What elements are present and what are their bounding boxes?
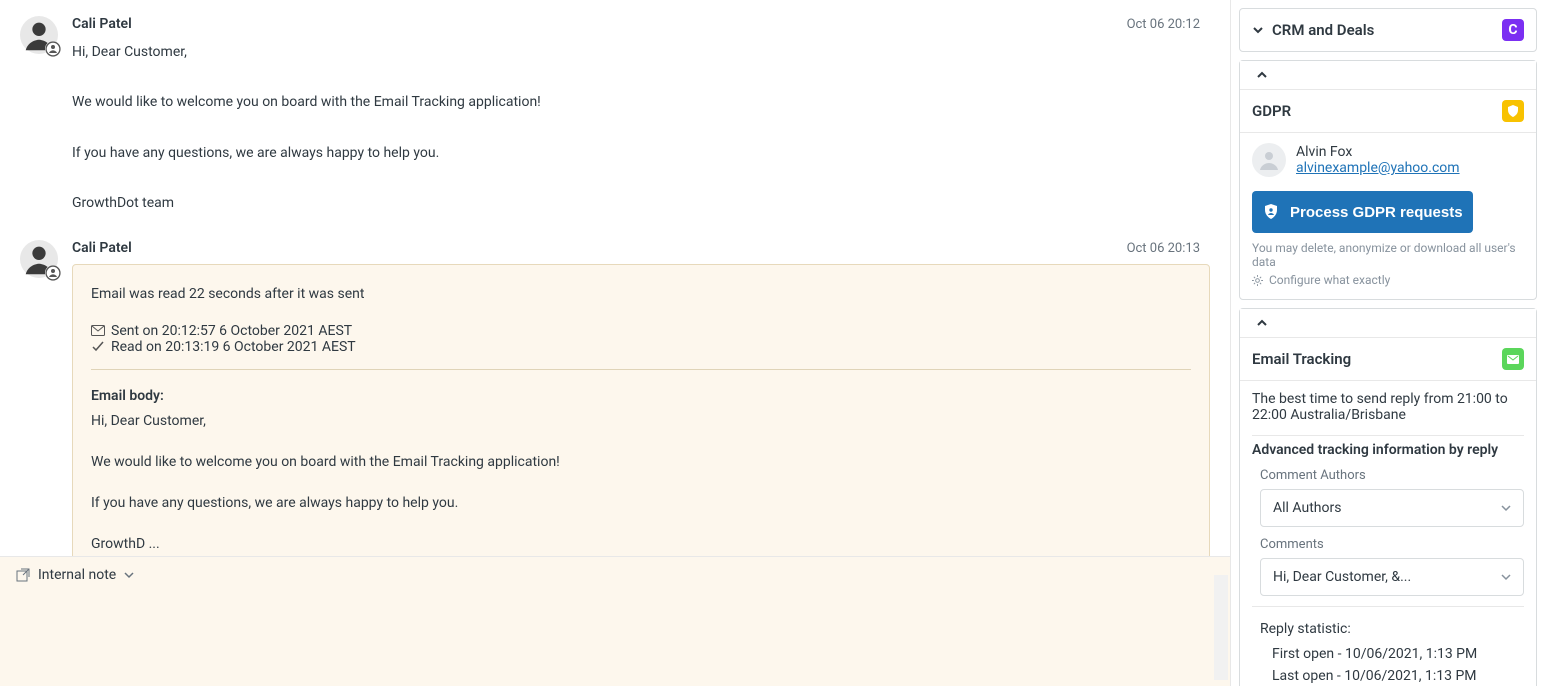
- contact-avatar: [1252, 143, 1286, 177]
- main-pane: Cali Patel Oct 06 20:12 Hi, Dear Custome…: [0, 0, 1231, 686]
- process-gdpr-button[interactable]: Process GDPR requests: [1252, 191, 1473, 233]
- message: Cali Patel Oct 06 20:13 Email was read 2…: [0, 228, 1230, 556]
- collapse-button[interactable]: [1252, 313, 1272, 333]
- chevron-down-icon: [124, 570, 134, 580]
- crm-panel: CRM and Deals C: [1239, 8, 1537, 52]
- first-open-stat: First open - 10/06/2021, 1:13 PM: [1272, 643, 1524, 665]
- contact-email-link[interactable]: alvinexample@yahoo.com: [1296, 160, 1460, 176]
- chevron-down-icon: [1252, 24, 1264, 36]
- message-author: Cali Patel: [72, 16, 132, 32]
- message-body: Hi, Dear Customer, We would like to welc…: [72, 40, 1210, 216]
- email-tracking-panel: Email Tracking The best time to send rep…: [1239, 308, 1537, 686]
- comments-label: Comments: [1260, 537, 1524, 552]
- popout-icon: [16, 568, 30, 582]
- composer-mode-label: Internal note: [38, 567, 116, 583]
- best-time-text: The best time to send reply from 21:00 t…: [1252, 391, 1524, 423]
- conversation-thread: Cali Patel Oct 06 20:12 Hi, Dear Custome…: [0, 0, 1230, 556]
- reply-statistic-heading: Reply statistic:: [1260, 621, 1524, 637]
- collapse-button[interactable]: [1252, 65, 1272, 85]
- comments-select-value: Hi, Dear Customer, &...: [1273, 569, 1411, 585]
- comments-select[interactable]: Hi, Dear Customer, &...: [1260, 558, 1524, 596]
- internal-note-box: Email was read 22 seconds after it was s…: [72, 264, 1210, 556]
- gdpr-panel-title: GDPR: [1252, 102, 1291, 120]
- avatar: [20, 16, 58, 54]
- gdpr-panel: GDPR Alvin Fox alvinexample@yahoo.com Pr…: [1239, 60, 1537, 300]
- envelope-icon: [91, 325, 105, 336]
- message-author: Cali Patel: [72, 240, 132, 256]
- process-gdpr-label: Process GDPR requests: [1290, 204, 1463, 221]
- scrollbar[interactable]: [1214, 575, 1228, 680]
- message: Cali Patel Oct 06 20:12 Hi, Dear Custome…: [0, 4, 1230, 228]
- chevron-down-icon: [1501, 503, 1511, 513]
- authors-select[interactable]: All Authors: [1260, 489, 1524, 527]
- configure-link[interactable]: Configure what exactly: [1240, 273, 1536, 299]
- crm-panel-header[interactable]: CRM and Deals C: [1240, 9, 1536, 51]
- gdpr-help-text: You may delete, anonymize or download al…: [1240, 241, 1536, 273]
- last-open-stat: Last open - 10/06/2021, 1:13 PM: [1272, 665, 1524, 686]
- composer: Internal note: [0, 556, 1230, 686]
- crm-panel-title: CRM and Deals: [1272, 21, 1374, 39]
- gdpr-contact: Alvin Fox alvinexample@yahoo.com: [1240, 133, 1536, 181]
- avatar: [20, 240, 58, 278]
- person-badge-icon: [45, 41, 61, 57]
- advanced-heading: Advanced tracking information by reply: [1252, 442, 1524, 458]
- authors-label: Comment Authors: [1260, 468, 1524, 483]
- contact-name: Alvin Fox: [1296, 144, 1460, 160]
- gear-icon: [1252, 275, 1263, 286]
- chevron-down-icon: [1501, 572, 1511, 582]
- crm-app-icon: C: [1502, 19, 1524, 41]
- email-tracking-app-icon: [1502, 348, 1524, 370]
- sidebar: CRM and Deals C GDPR Alvin Fox alvinexam…: [1231, 0, 1545, 686]
- composer-textarea[interactable]: [0, 593, 1230, 673]
- composer-mode-selector[interactable]: Internal note: [0, 557, 1230, 593]
- message-timestamp: Oct 06 20:13: [1127, 241, 1200, 256]
- gdpr-app-icon: [1502, 100, 1524, 122]
- person-badge-icon: [45, 265, 61, 281]
- email-tracking-title: Email Tracking: [1252, 350, 1351, 368]
- authors-select-value: All Authors: [1273, 500, 1341, 516]
- shield-user-icon: [1262, 203, 1280, 221]
- message-timestamp: Oct 06 20:12: [1127, 17, 1200, 32]
- check-icon: [91, 340, 105, 354]
